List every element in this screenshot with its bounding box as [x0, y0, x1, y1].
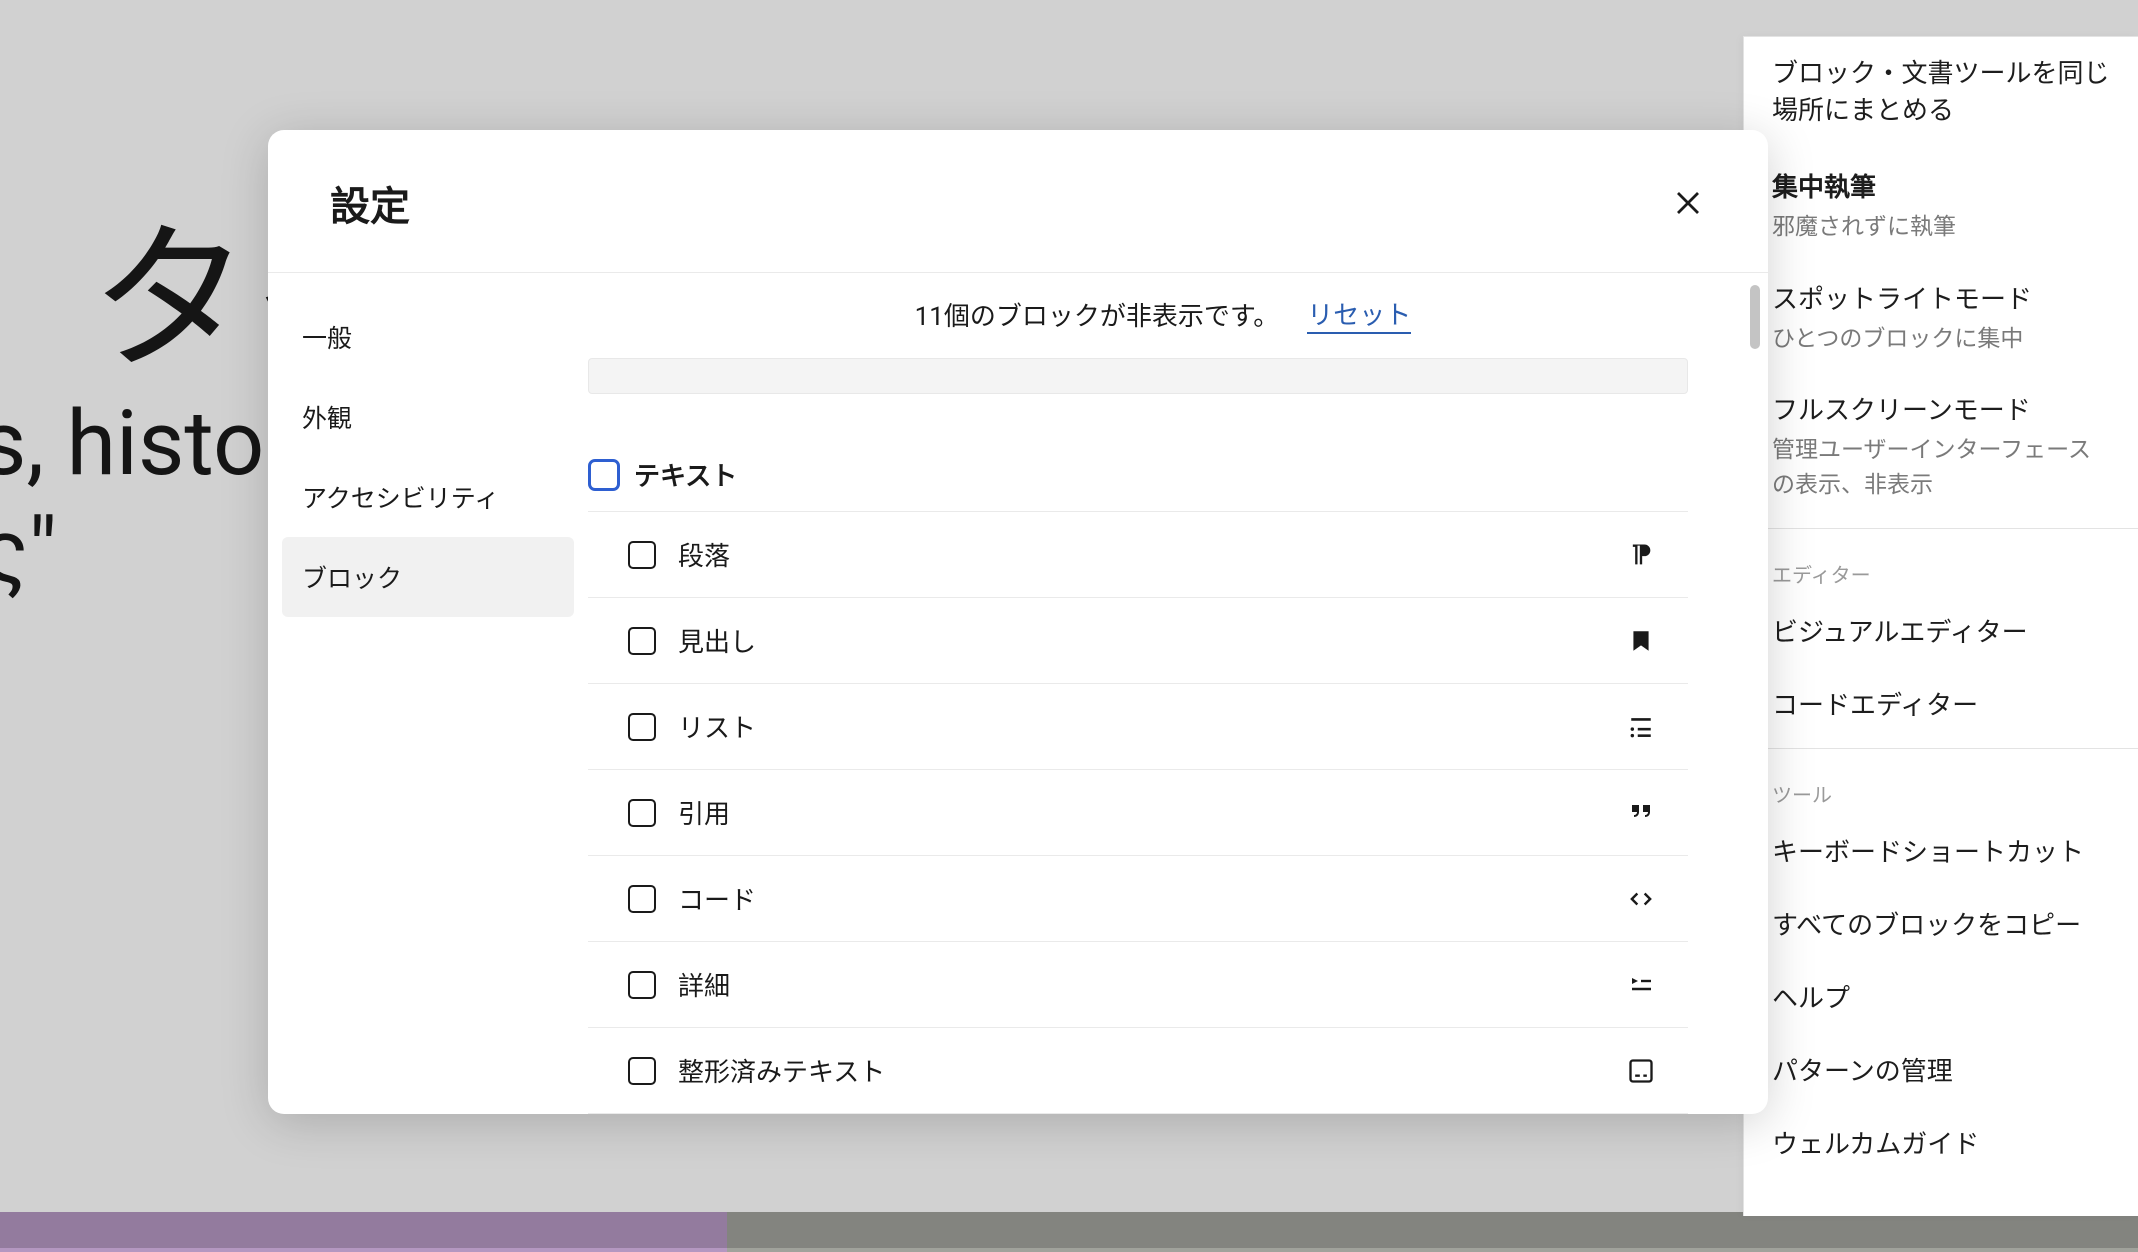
opt-subtitle: 管理ユーザーインターフェースの表示、非表示: [1772, 433, 2110, 502]
list-icon: [1624, 710, 1658, 744]
modal-body: 一般 外観 アクセシビリティ ブロック 11個のブロックが非表示です。 リセット…: [268, 273, 1768, 1114]
opt-fullscreen-mode[interactable]: フルスクリーンモード 管理ユーザーインターフェースの表示、非表示: [1744, 374, 2138, 520]
quote-icon: [1624, 796, 1658, 830]
block-label: 見出し: [678, 622, 1602, 659]
close-button[interactable]: [1668, 183, 1708, 223]
modal-title: 設定: [330, 174, 410, 232]
group-label: テキスト: [634, 456, 737, 493]
checkbox-icon[interactable]: [628, 885, 656, 913]
opt-subtitle: ひとつのブロックに集中: [1772, 322, 2110, 357]
opt-distraction-free[interactable]: 集中執筆 邪魔されずに執筆: [1744, 151, 2138, 263]
preformatted-icon: [1624, 1054, 1658, 1088]
sidebar-item-blocks[interactable]: ブロック: [282, 537, 574, 617]
status-text: 11個のブロックが非表示です。: [915, 296, 1280, 333]
divider: [1744, 528, 2138, 529]
scrollbar-thumb[interactable]: [1750, 285, 1760, 349]
opt-visual-editor[interactable]: ビジュアルエディター: [1744, 594, 2138, 667]
block-row-list[interactable]: リスト: [588, 684, 1688, 770]
modal-sidebar: 一般 外観 アクセシビリティ ブロック: [268, 273, 588, 1114]
sidebar-item-appearance[interactable]: 外観: [268, 377, 588, 457]
group-header-text[interactable]: テキスト: [588, 442, 1688, 512]
opt-copy-all-blocks[interactable]: すべてのブロックをコピー: [1744, 887, 2138, 960]
opt-welcome-guide[interactable]: ウェルカムガイド: [1744, 1106, 2138, 1179]
section-label-editor: エディター: [1744, 537, 2138, 594]
opt-top-toolbar[interactable]: ブロック・文書ツールを同じ場所にまとめる: [1744, 37, 2138, 151]
reset-link[interactable]: リセット: [1307, 295, 1411, 334]
opt-manage-patterns[interactable]: パターンの管理: [1744, 1033, 2138, 1106]
block-label: 段落: [678, 536, 1602, 573]
opt-help[interactable]: ヘルプ: [1744, 960, 2138, 1033]
block-row-preformatted[interactable]: 整形済みテキスト: [588, 1028, 1688, 1114]
checkbox-icon[interactable]: [628, 799, 656, 827]
divider: [1744, 748, 2138, 749]
opt-title: 集中執筆: [1772, 167, 2110, 204]
block-row-heading[interactable]: 見出し: [588, 598, 1688, 684]
block-row-code[interactable]: コード: [588, 856, 1688, 942]
opt-code-editor[interactable]: コードエディター: [1744, 667, 2138, 740]
hidden-blocks-status: 11個のブロックが非表示です。 リセット: [588, 273, 1738, 358]
scrollbar-track: [1750, 285, 1760, 1102]
modal-header: 設定: [268, 130, 1768, 273]
block-label: 詳細: [678, 966, 1602, 1003]
checkbox-icon[interactable]: [628, 627, 656, 655]
section-label-tools: ツール: [1744, 757, 2138, 814]
code-icon: [1624, 882, 1658, 916]
opt-spotlight-mode[interactable]: スポットライトモード ひとつのブロックに集中: [1744, 263, 2138, 375]
checkbox-icon[interactable]: [628, 713, 656, 741]
opt-title: フルスクリーンモード: [1772, 390, 2110, 427]
block-label: 引用: [678, 794, 1602, 831]
details-icon: [1624, 968, 1658, 1002]
collapsed-section-bar[interactable]: [588, 358, 1688, 394]
opt-title: ブロック・文書ツールを同じ場所にまとめる: [1772, 53, 2110, 127]
block-label: コード: [678, 880, 1602, 917]
block-label: 整形済みテキスト: [678, 1052, 1602, 1089]
modal-main: 11個のブロックが非表示です。 リセット テキスト 段落 見出し: [588, 273, 1768, 1114]
paragraph-icon: [1624, 538, 1658, 572]
options-menu: ブロック・文書ツールを同じ場所にまとめる 集中執筆 邪魔されずに執筆 スポットラ…: [1743, 36, 2138, 1216]
sidebar-item-general[interactable]: 一般: [268, 297, 588, 377]
close-icon: [1673, 188, 1703, 218]
checkbox-icon[interactable]: [628, 1057, 656, 1085]
bookmark-icon: [1624, 624, 1658, 658]
opt-title: スポットライトモード: [1772, 279, 2110, 316]
block-row-paragraph[interactable]: 段落: [588, 512, 1688, 598]
checkbox-icon[interactable]: [628, 541, 656, 569]
preferences-modal: 設定 一般 外観 アクセシビリティ ブロック 11個のブロックが非表示です。 リ…: [268, 130, 1768, 1114]
opt-subtitle: 邪魔されずに執筆: [1772, 210, 2110, 245]
opt-keyboard-shortcuts[interactable]: キーボードショートカット: [1744, 814, 2138, 887]
block-row-details[interactable]: 詳細: [588, 942, 1688, 1028]
checkbox-icon[interactable]: [628, 971, 656, 999]
block-label: リスト: [678, 708, 1602, 745]
sidebar-item-accessibility[interactable]: アクセシビリティ: [268, 457, 588, 537]
block-row-quote[interactable]: 引用: [588, 770, 1688, 856]
checkbox-indeterminate-icon[interactable]: [588, 459, 620, 491]
